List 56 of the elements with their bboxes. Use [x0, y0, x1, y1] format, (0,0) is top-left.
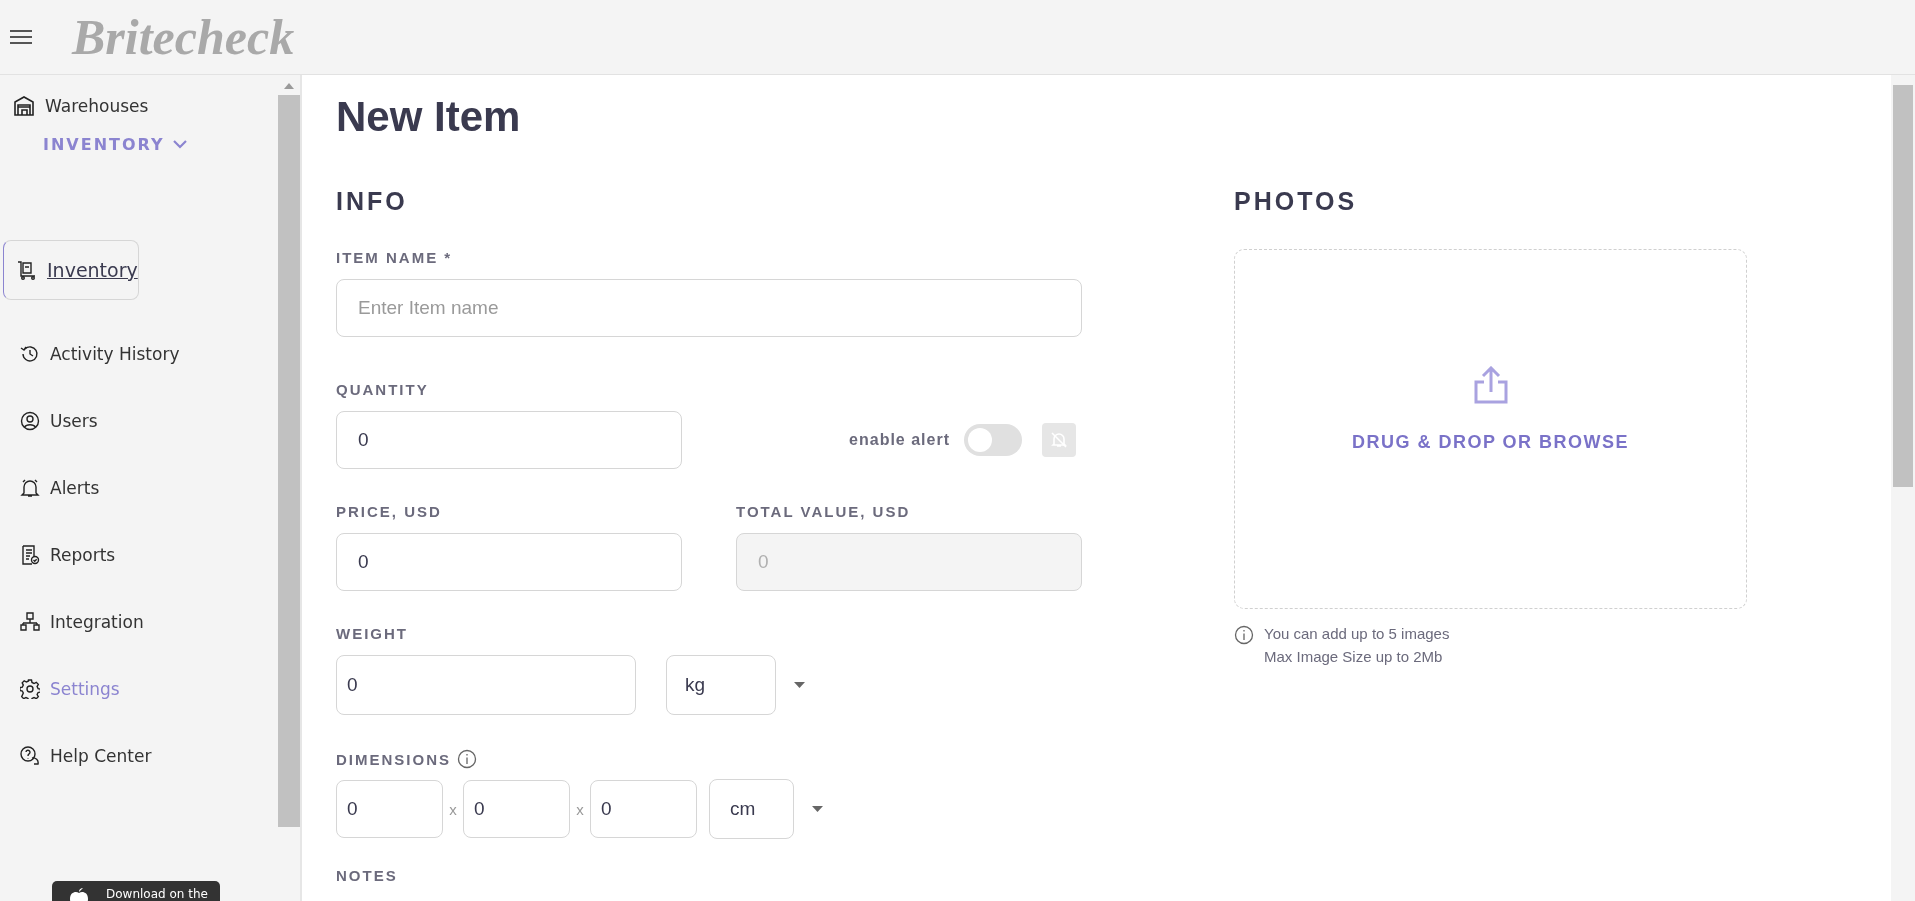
caret-icon[interactable] — [812, 806, 823, 812]
bell-icon — [20, 477, 40, 498]
sidebar-item[interactable]: Integration — [3, 608, 144, 635]
alert-toggle[interactable] — [964, 424, 1022, 456]
alert-label: enable alert — [849, 431, 950, 449]
sidebar-item[interactable]: Help Center — [3, 742, 152, 769]
section-heading: PHOTOS — [1234, 187, 1359, 216]
field-label: NOTES — [336, 867, 399, 884]
sidebar-item[interactable]: Inventory — [3, 240, 139, 300]
scrollbar[interactable] — [1891, 75, 1915, 901]
quantity-field[interactable]: 0 — [336, 411, 682, 469]
unit-select[interactable]: kg — [666, 655, 776, 715]
cart-icon — [17, 260, 37, 280]
sidebar-item[interactable]: Reports — [3, 541, 116, 568]
app-store-badge[interactable]: Download on the — [52, 881, 220, 901]
sidebar-item[interactable]: Activity History — [3, 340, 180, 367]
bell-off-icon — [1051, 432, 1067, 448]
field-label: WEIGHT — [336, 625, 409, 642]
hint-text: Max Image Size up to 2Mb — [1264, 648, 1444, 665]
settings-icon — [20, 678, 40, 699]
price-field[interactable]: 0 — [336, 533, 682, 591]
times-sign: x — [448, 800, 458, 818]
upload-icon — [1473, 366, 1508, 404]
field-label: DIMENSIONS — [336, 750, 451, 768]
field-label: TOTAL VALUE, USD — [736, 503, 912, 520]
sidebar-item[interactable]: Alerts — [3, 474, 100, 501]
times-sign: x — [575, 800, 585, 818]
info-icon[interactable] — [457, 749, 477, 769]
user-icon — [20, 410, 40, 431]
history-icon — [20, 343, 40, 364]
section-heading: INFO — [336, 187, 409, 216]
menu-icon[interactable] — [10, 29, 32, 45]
unit-select[interactable]: cm — [709, 779, 794, 839]
field-label: QUANTITY — [336, 381, 430, 398]
report-icon — [20, 544, 40, 565]
photo-dropzone[interactable]: DRUG & DROP OR BROWSE — [1234, 249, 1747, 609]
warehouses-link[interactable]: Warehouses — [0, 75, 278, 117]
dropzone-text: DRUG & DROP OR BROWSE — [1351, 432, 1630, 453]
weight-field[interactable]: 0 — [336, 655, 636, 715]
network-icon — [20, 611, 40, 632]
help-icon — [20, 745, 40, 766]
dimension-field[interactable]: 0 — [336, 780, 443, 838]
caret-icon[interactable] — [794, 682, 805, 688]
logo: Britecheck — [72, 8, 295, 66]
info-icon — [1234, 625, 1254, 645]
chevron-down-icon — [172, 140, 187, 149]
field-label: PRICE, USD — [336, 503, 443, 520]
scroll-up-icon[interactable] — [284, 83, 294, 89]
field-label: ITEM NAME * — [336, 249, 454, 266]
warehouse-icon — [13, 95, 35, 117]
dimension-field[interactable]: 0 — [590, 780, 697, 838]
sidebar-item[interactable]: Users — [3, 407, 98, 434]
item-name-field[interactable]: Enter Item name — [336, 279, 1082, 337]
dimension-field[interactable]: 0 — [463, 780, 570, 838]
page-title: New Item — [336, 93, 522, 141]
hint-text: You can add up to 5 images — [1264, 625, 1450, 642]
